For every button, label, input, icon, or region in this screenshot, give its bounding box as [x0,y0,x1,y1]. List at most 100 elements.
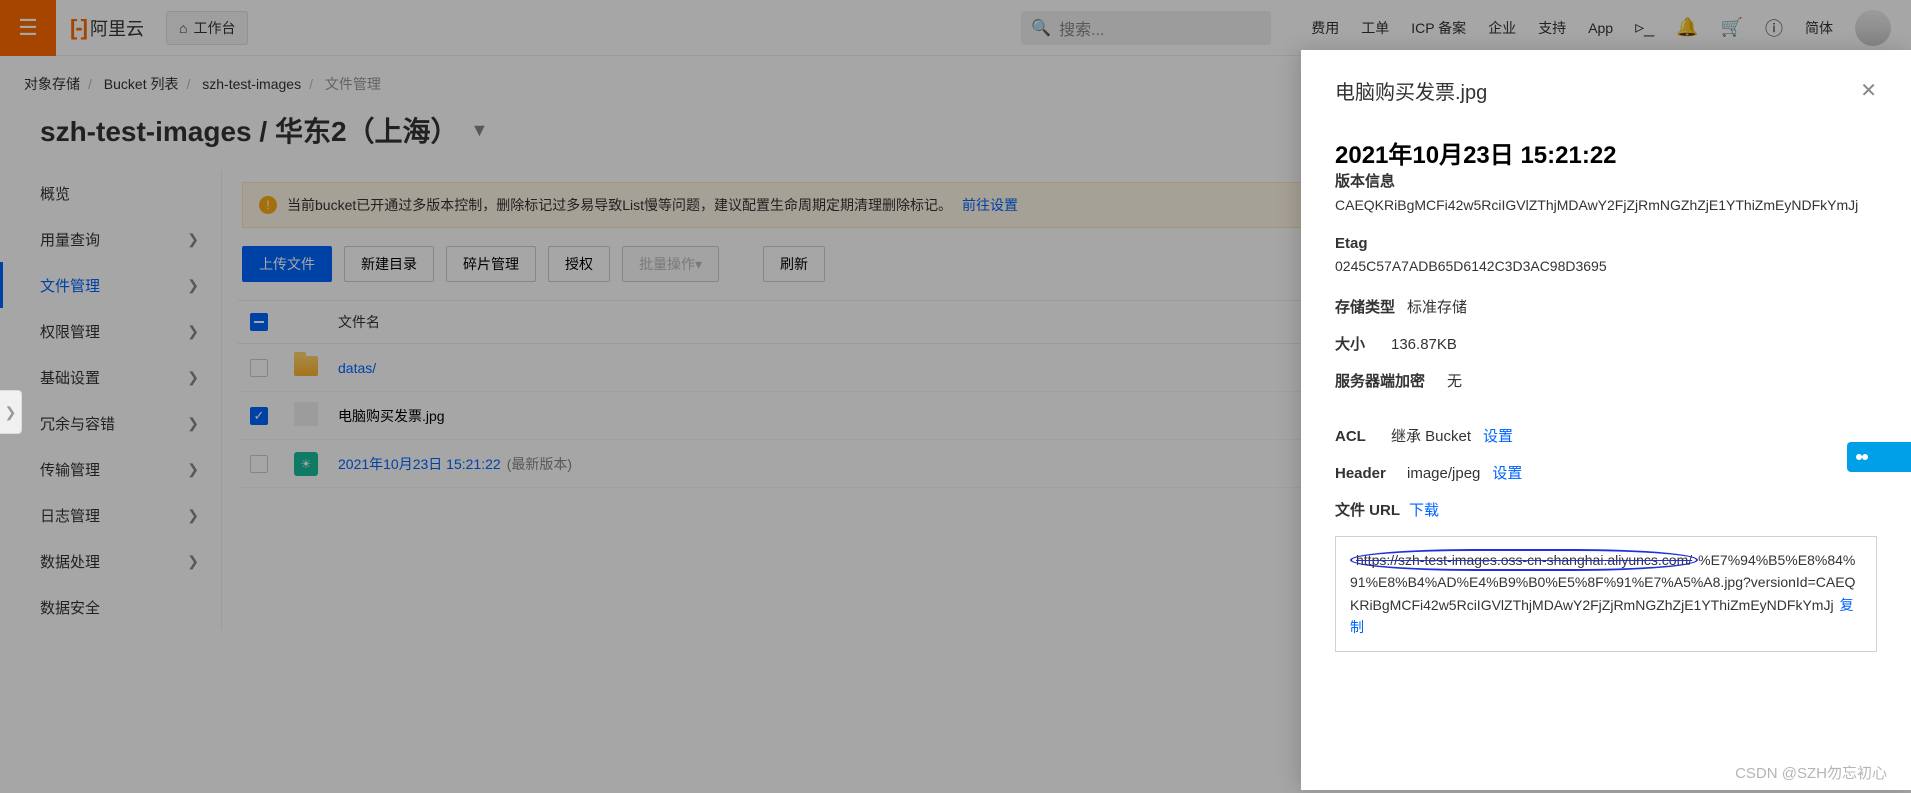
size-value: 136.87KB [1391,336,1457,353]
chevron-right-icon: ❯ [187,415,199,432]
bc-current: 文件管理 [325,76,381,92]
chevron-right-icon: ❯ [187,277,199,294]
select-all-checkbox[interactable] [250,313,268,331]
logo[interactable]: [-] 阿里云 [70,15,144,41]
nav-support[interactable]: 支持 [1538,18,1566,38]
upload-button[interactable]: 上传文件 [242,246,332,282]
collapse-handle[interactable]: ❯ [0,390,22,434]
sidebar-item-overview[interactable]: 概览 [0,170,221,216]
version-value: CAEQKRiBgMCFi42w5RciIGVlZThjMDAwY2FjZjRm… [1335,197,1877,213]
top-bar: ☰ [-] 阿里云 ⌂ 工作台 🔍 搜索... 费用 工单 ICP 备案 企业 … [0,0,1911,56]
storage-label: 存储类型 [1335,296,1395,317]
watermark: CSDN @SZH勿忘初心 [1735,762,1887,783]
sidebar-item-datasec[interactable]: 数据安全 [0,584,221,630]
sidebar-item-usage[interactable]: 用量查询 ❯ [0,216,221,262]
etag-value: 0245C57A7ADB65D6142C3D3AC98D3695 [1335,258,1877,274]
sidebar-item-label: 数据处理 [40,551,100,572]
chevron-right-icon: ❯ [187,231,199,248]
header-label: Header [1335,465,1395,482]
top-nav-links: 费用 工单 ICP 备案 企业 支持 App ▹_ 🔔 🛒 ⓘ 简体 [1311,10,1911,46]
logo-mark-icon: [-] [70,15,86,41]
title-text: szh-test-images / 华东2（上海） [40,110,459,150]
lang-switch[interactable]: 简体 [1805,18,1833,38]
image-icon: ☀ [294,452,318,476]
sidebar-item-log[interactable]: 日志管理❯ [0,492,221,538]
chevron-right-icon: ❯ [187,461,199,478]
nav-enterprise[interactable]: 企业 [1488,18,1516,38]
version-tag: (最新版本) [507,456,572,472]
sidebar-item-files[interactable]: 文件管理 ❯ [0,262,221,308]
sidebar-item-label: 日志管理 [40,505,100,526]
auth-button[interactable]: 授权 [548,246,610,282]
encrypt-label: 服务器端加密 [1335,370,1435,391]
chevron-down-icon: ▾ [695,256,702,273]
nav-app[interactable]: App [1588,20,1613,36]
acl-settings-link[interactable]: 设置 [1483,428,1513,445]
sidebar-item-basic[interactable]: 基础设置 ❯ [0,354,221,400]
url-box[interactable]: https://szh-test-images.oss-cn-shanghai.… [1335,536,1877,652]
sidebar-item-redundancy[interactable]: 冗余与容错 ❯ [0,400,221,446]
encrypt-value: 无 [1447,373,1462,390]
bc-oss[interactable]: 对象存储 [24,76,80,92]
drawer-timestamp: 2021年10月23日 15:21:22 [1335,135,1877,170]
sidebar-item-label: 基础设置 [40,367,100,388]
chevron-right-icon: ❯ [187,369,199,386]
sidebar-item-label: 概览 [40,183,70,204]
bc-bucket-list[interactable]: Bucket 列表 [104,76,179,92]
bc-bucket[interactable]: szh-test-images [202,76,301,92]
close-icon[interactable]: ✕ [1860,78,1877,103]
sidebar-item-label: 权限管理 [40,321,100,342]
hamburger-menu[interactable]: ☰ [0,0,56,56]
download-link[interactable]: 下载 [1409,502,1439,519]
mkdir-button[interactable]: 新建目录 [344,246,434,282]
acl-value: 继承 Bucket [1391,428,1471,445]
float-widget[interactable] [1847,442,1911,472]
acl-label: ACL [1335,428,1379,445]
notice-text: 当前bucket已开通过多版本控制，删除标记过多易导致List慢等问题，建议配置… [287,195,952,215]
search-input[interactable]: 🔍 搜索... [1021,11,1271,45]
nav-fee[interactable]: 费用 [1311,18,1339,38]
nav-icp[interactable]: ICP 备案 [1411,18,1466,38]
sidebar-item-label: 冗余与容错 [40,413,115,434]
notice-link[interactable]: 前往设置 [962,195,1018,215]
workspace-button[interactable]: ⌂ 工作台 [166,11,248,45]
file-icon [294,402,318,426]
storage-value: 标准存储 [1407,299,1467,316]
size-label: 大小 [1335,333,1379,354]
header-settings-link[interactable]: 设置 [1492,465,1522,482]
bell-icon[interactable]: 🔔 [1676,17,1698,38]
header-value: image/jpeg [1407,465,1480,482]
nav-ticket[interactable]: 工单 [1361,18,1389,38]
home-icon: ⌂ [179,20,187,36]
etag-label: Etag [1335,235,1877,252]
batch-label: 批量操作 [639,254,695,274]
url-host: https://szh-test-images.oss-cn-shanghai.… [1350,549,1698,571]
row-checkbox[interactable] [250,455,268,473]
sidebar-item-label: 用量查询 [40,229,100,250]
cloud-icon [1853,448,1871,466]
avatar[interactable] [1855,10,1891,46]
refresh-button[interactable]: 刷新 [763,246,825,282]
terminal-icon[interactable]: ▹_ [1635,17,1654,38]
warning-icon: ! [259,196,277,214]
sidebar-item-label: 文件管理 [40,275,100,296]
chevron-right-icon: ❯ [187,323,199,340]
file-name[interactable]: 2021年10月23日 15:21:22 [338,456,501,472]
sidebar-item-transfer[interactable]: 传输管理❯ [0,446,221,492]
row-checkbox[interactable] [250,359,268,377]
sidebar-item-permission[interactable]: 权限管理 ❯ [0,308,221,354]
url-label: 文件 URL [1335,499,1405,520]
sidebar: 概览 用量查询❯ 文件管理❯ 权限管理❯ 基础设置❯ 冗余与容错❯ 传输管理❯ … [0,170,222,630]
file-name[interactable]: 电脑购买发票.jpg [338,408,445,424]
chevron-down-icon[interactable]: ▼ [471,120,489,141]
sidebar-item-label: 数据安全 [40,597,100,618]
sidebar-item-dataproc[interactable]: 数据处理❯ [0,538,221,584]
batch-button: 批量操作 ▾ [622,246,719,282]
drawer-title: 电脑购买发票.jpg [1335,76,1487,105]
help-icon[interactable]: ⓘ [1765,15,1783,41]
row-checkbox[interactable]: ✓ [250,407,268,425]
file-name[interactable]: datas/ [338,360,376,376]
cart-icon[interactable]: 🛒 [1721,17,1743,38]
workspace-label: 工作台 [193,18,235,38]
fragment-button[interactable]: 碎片管理 [446,246,536,282]
